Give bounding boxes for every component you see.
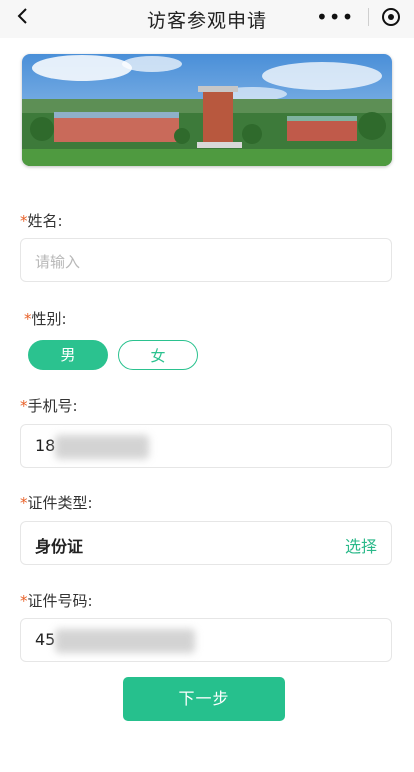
phone-label: *手机号: — [20, 397, 78, 415]
mini-program-capsule: ••• — [316, 5, 400, 29]
id-number-value: 45 — [35, 630, 56, 649]
name-input[interactable]: 请输入 — [20, 238, 392, 282]
id-type-label: *证件类型: — [20, 494, 93, 512]
phone-redacted — [55, 435, 149, 459]
name-placeholder: 请输入 — [35, 253, 81, 271]
gender-option-female[interactable]: 女 — [118, 340, 198, 370]
id-number-label: *证件号码: — [20, 592, 93, 610]
id-type-select[interactable]: 身份证 选择 — [20, 521, 392, 565]
next-step-button[interactable]: 下一步 — [123, 677, 285, 721]
target-circle-icon[interactable] — [381, 8, 400, 26]
nav-bar: 访客参观申请 ••• — [0, 0, 414, 38]
capsule-divider — [367, 8, 369, 26]
id-number-redacted — [55, 629, 195, 653]
id-type-value: 身份证 — [35, 537, 84, 556]
more-dots-icon[interactable]: ••• — [316, 7, 354, 27]
campus-banner-image — [22, 54, 392, 166]
gender-option-male[interactable]: 男 — [28, 340, 108, 370]
phone-value: 18 — [35, 436, 56, 455]
gender-label: *性别: — [24, 310, 67, 328]
required-mark: * — [20, 212, 28, 230]
name-label: *姓名: — [20, 212, 63, 230]
id-number-input[interactable]: 45 — [20, 618, 392, 662]
select-button[interactable]: 选择 — [345, 533, 377, 557]
phone-input[interactable]: 18 — [20, 424, 392, 468]
form-content: *姓名: 请输入 *性别: 男 女 *手机号: 18 *证件类型: 身份证 选择… — [0, 38, 414, 772]
